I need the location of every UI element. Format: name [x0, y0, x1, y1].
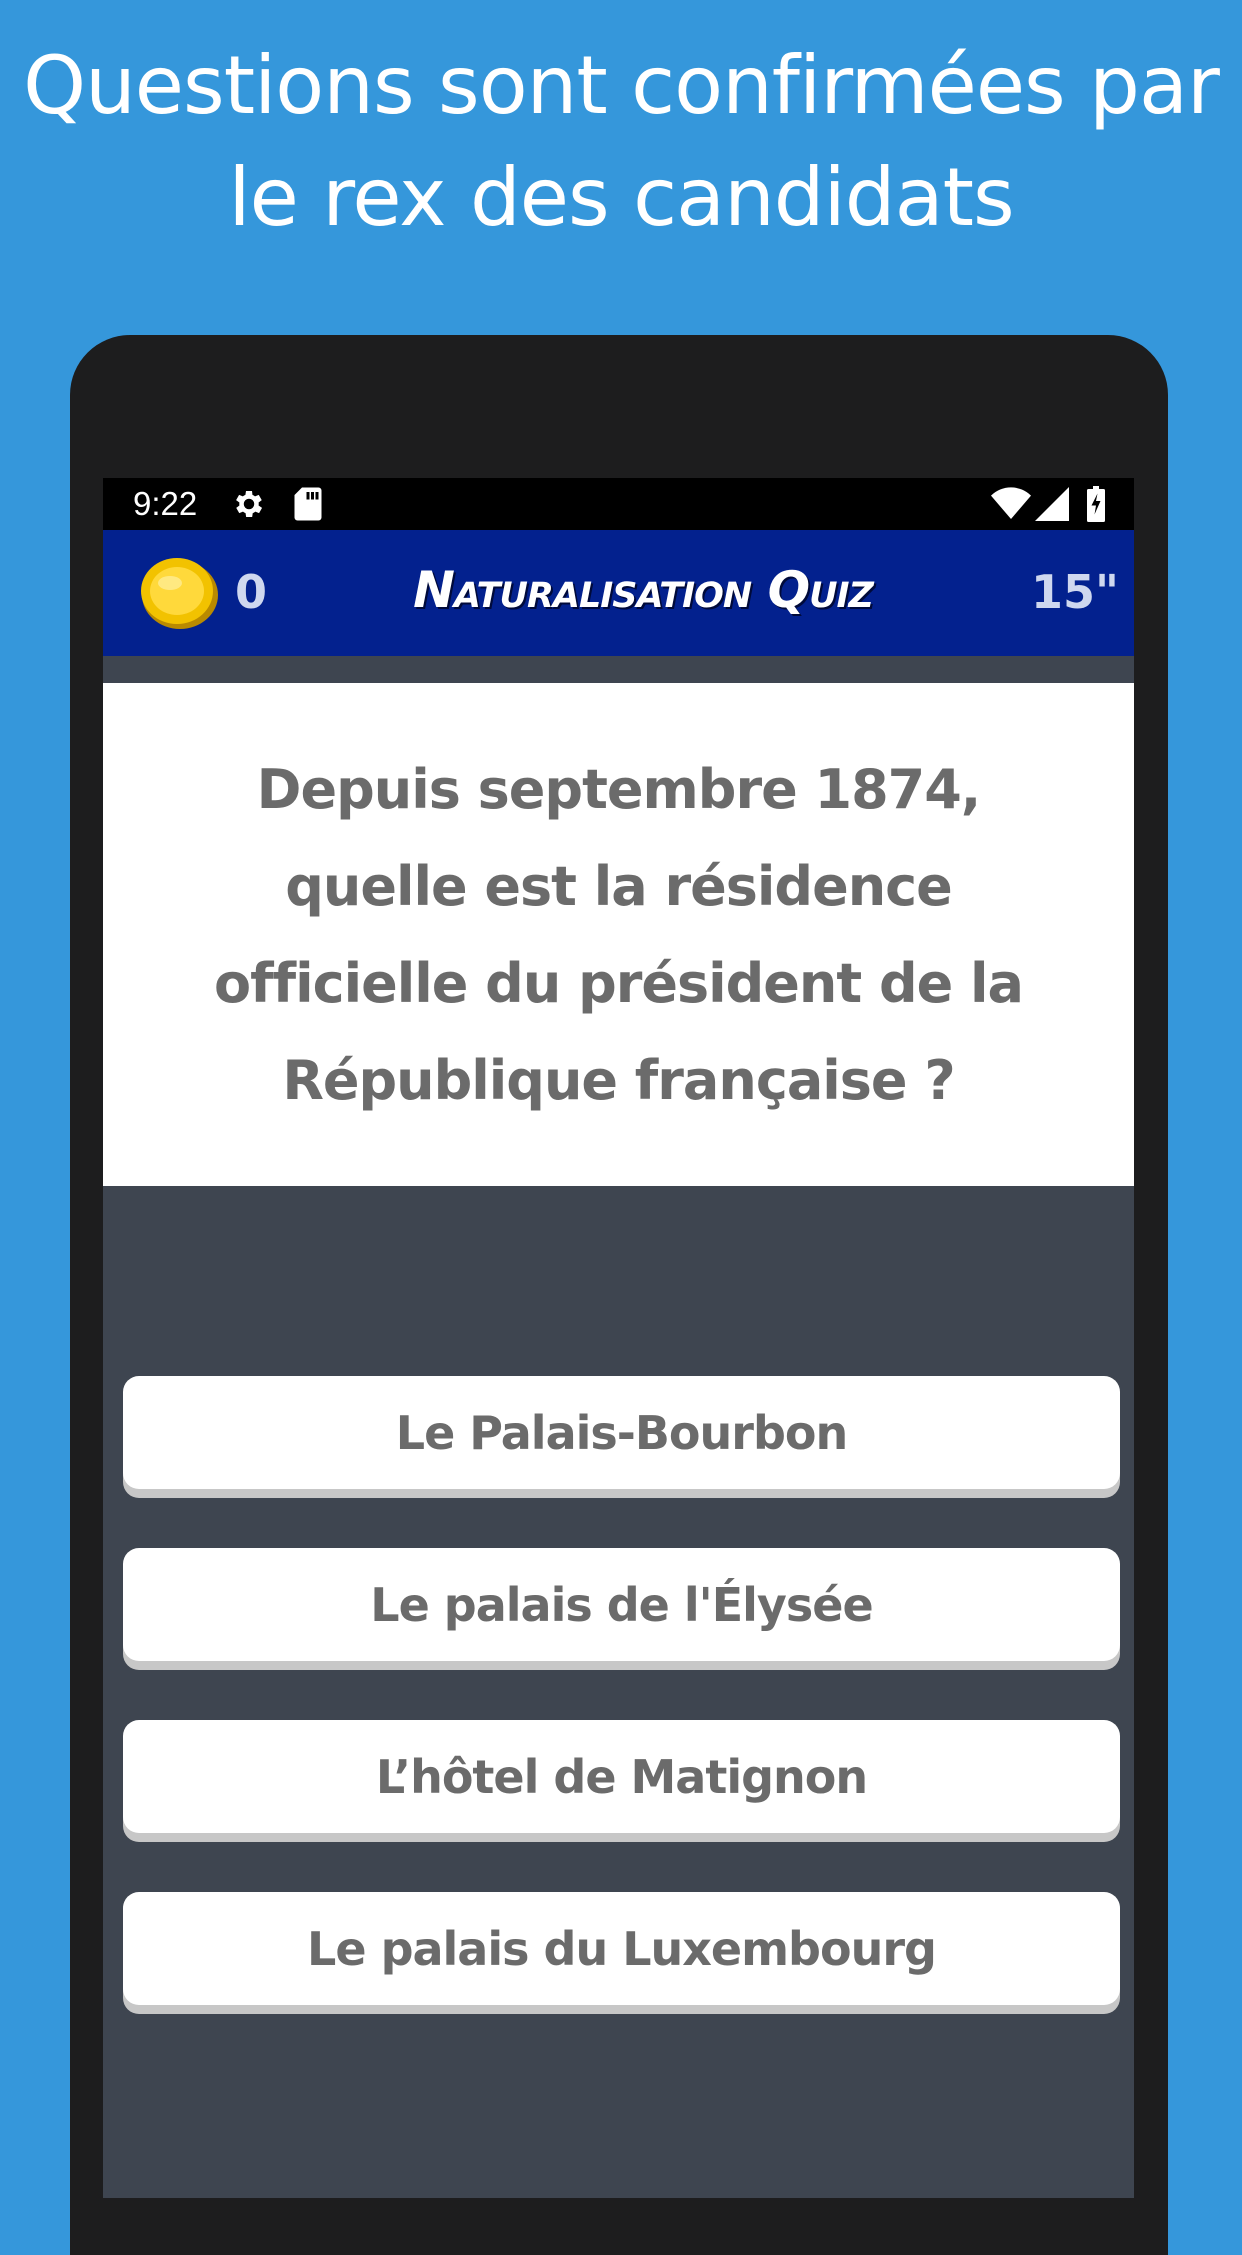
coin-count: 0	[235, 565, 268, 619]
battery-charging-icon	[1087, 486, 1105, 522]
answer-button-2[interactable]: Le palais de l'Élysée	[123, 1548, 1120, 1661]
promo-headline-line-1: Questions sont confirmées par	[23, 39, 1220, 132]
app-title: Naturalisation Quiz	[413, 561, 874, 619]
screen-bottom-edge	[103, 2198, 1134, 2208]
countdown-timer: 15"	[1031, 565, 1119, 619]
answer-button-4[interactable]: Le palais du Luxembourg	[123, 1892, 1120, 2005]
phone-screen: 9:22 0 Naturalisation Quiz 15" Depuis se…	[103, 478, 1134, 2208]
settings-icon	[236, 490, 263, 518]
status-bar: 9:22	[103, 478, 1134, 530]
answer-button-1[interactable]: Le Palais-Bourbon	[123, 1376, 1120, 1489]
question-text: Depuis septembre 1874, quelle est la rés…	[213, 757, 1024, 1112]
promo-headline-line-2: le rex des candidats	[228, 151, 1014, 244]
sd-card-icon	[294, 487, 322, 521]
app-header: 0 Naturalisation Quiz 15"	[103, 530, 1134, 656]
coin-icon	[141, 558, 218, 629]
promo-headline: Questions sont confirmées par le rex des…	[0, 30, 1242, 254]
signal-icon	[1035, 487, 1069, 521]
wifi-icon	[991, 487, 1031, 519]
question-card: Depuis septembre 1874, quelle est la rés…	[103, 683, 1134, 1186]
status-time: 9:22	[133, 485, 198, 522]
answer-button-3[interactable]: L’hôtel de Matignon	[123, 1720, 1120, 1833]
